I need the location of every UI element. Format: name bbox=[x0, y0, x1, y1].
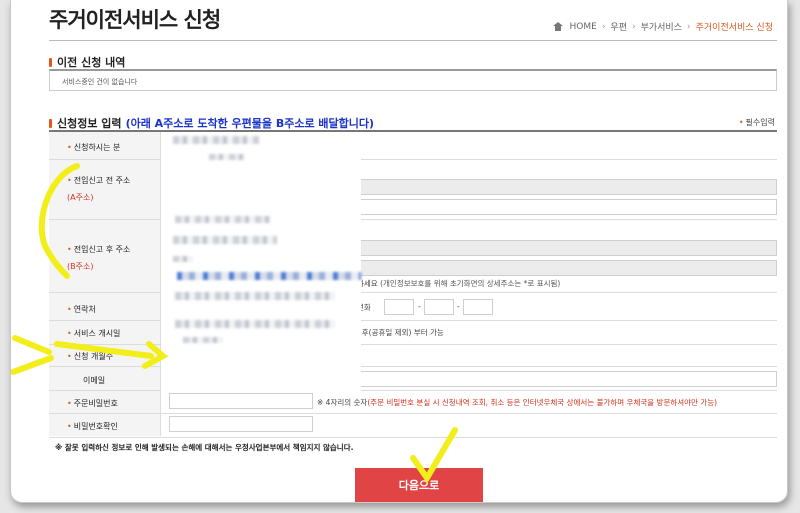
breadcrumb-extra-service[interactable]: 부가서비스 bbox=[641, 20, 682, 33]
form-heading-note: (아래 A주소로 도착한 우편물을 B주소로 배달합니다) bbox=[125, 117, 375, 130]
label-password-confirm: • 비밀번호확인 bbox=[67, 422, 118, 431]
password-hint: ※ 4자리의 숫자(주문 비밀번호 분실 시 신청내역 조회, 취소 등은 인터… bbox=[317, 398, 718, 407]
blurred-applicant-name bbox=[173, 136, 259, 144]
label-email: 이메일 bbox=[83, 376, 106, 385]
previous-section-heading: 이전 신청 내역 bbox=[49, 54, 125, 70]
liability-notice: ※ 잘못 입력하신 정보로 인해 발생되는 손해에 대해서는 우정사업본부에서 … bbox=[55, 443, 354, 452]
next-button[interactable]: 다음으로 bbox=[355, 468, 483, 502]
breadcrumb-current: 주거이전서비스 신청 bbox=[695, 23, 773, 33]
required-note-text: 필수입력 bbox=[745, 118, 775, 127]
breadcrumb: HOME › 우편 › 부가서비스 › 주거이전서비스 신청 bbox=[552, 20, 773, 33]
row-divider bbox=[49, 366, 777, 367]
browser-frame: 주거이전서비스 신청 HOME › 우편 › 부가서비스 › 주거이전서비스 신… bbox=[10, 0, 788, 503]
email-domain-field[interactable] bbox=[349, 371, 777, 387]
form-heading-text: 신청정보 입력 bbox=[57, 117, 122, 130]
blurred-start-date bbox=[175, 320, 335, 328]
order-password-field[interactable] bbox=[169, 393, 313, 409]
previous-list-box: 서비스중인 건이 없습니다 bbox=[49, 69, 777, 91]
page-title: 주거이전서비스 신청 bbox=[49, 8, 221, 32]
section-bullet-icon bbox=[49, 57, 52, 67]
label-applicant: • 신청하시는 분 bbox=[67, 143, 121, 152]
phone-separator: - bbox=[457, 302, 460, 311]
label-months: • 신청 개월수 bbox=[67, 352, 114, 361]
phone-part3-field[interactable] bbox=[463, 299, 493, 315]
breadcrumb-post[interactable]: 우편 bbox=[610, 20, 627, 33]
redacted-area bbox=[161, 320, 331, 390]
chevron-right-icon: › bbox=[631, 21, 636, 32]
phone-separator: - bbox=[418, 302, 421, 311]
blurred-applicant-name bbox=[209, 154, 245, 160]
row-divider bbox=[49, 219, 777, 220]
previous-empty-message: 서비스중인 건이 없습니다 bbox=[62, 78, 138, 86]
blurred-old-address bbox=[175, 216, 271, 223]
section-bullet-icon bbox=[49, 118, 52, 128]
password-confirm-field[interactable] bbox=[169, 416, 313, 432]
label-service-start: • 서비스 개시일 bbox=[67, 329, 121, 338]
blurred-new-address bbox=[173, 256, 193, 262]
title-divider bbox=[49, 40, 777, 41]
row-divider bbox=[49, 437, 777, 438]
address-notice: 하세요 (개인정보보호를 위해 초기화면의 상세주소는 *로 표시됨) bbox=[357, 279, 561, 288]
blurred-months bbox=[183, 337, 223, 343]
breadcrumb-home[interactable]: HOME bbox=[570, 22, 597, 32]
required-dot-icon: • bbox=[738, 118, 744, 127]
blurred-new-address bbox=[173, 236, 277, 244]
row-divider bbox=[49, 413, 777, 414]
chevron-right-icon: › bbox=[601, 21, 606, 32]
previous-heading-text: 이전 신청 내역 bbox=[57, 56, 126, 69]
chevron-right-icon: › bbox=[687, 21, 691, 32]
label-order-password: • 주문비밀번호 bbox=[67, 399, 118, 408]
page: 주거이전서비스 신청 HOME › 우편 › 부가서비스 › 주거이전서비스 신… bbox=[11, 0, 787, 502]
service-start-note: 1후(공휴일 제외) 부터 가능 bbox=[357, 328, 444, 337]
row-divider bbox=[49, 159, 777, 160]
phone-part2-field[interactable] bbox=[424, 299, 454, 315]
home-icon[interactable] bbox=[552, 22, 563, 31]
row-divider bbox=[49, 344, 777, 345]
blurred-address-search bbox=[177, 272, 361, 280]
label-contact: • 연락처 bbox=[67, 305, 96, 314]
row-divider bbox=[49, 390, 777, 391]
required-note: • 필수입력 bbox=[739, 117, 775, 128]
phone-part1-field[interactable] bbox=[384, 299, 414, 315]
blurred-contact bbox=[175, 292, 335, 300]
form-section-heading: 신청정보 입력 (아래 A주소로 도착한 우편물을 B주소로 배달합니다) bbox=[49, 115, 374, 131]
application-form: • 신청하시는 분 • 전입신고 전 주소 (A주소) • 전입신고 후 주소 (B주소)… bbox=[49, 130, 777, 438]
row-divider bbox=[49, 292, 777, 293]
label-old-address: • 전입신고 전 주소 (A주소) bbox=[67, 176, 131, 202]
label-new-address: • 전입신고 후 주소 (B주소) bbox=[67, 245, 131, 271]
row-divider bbox=[49, 320, 777, 321]
